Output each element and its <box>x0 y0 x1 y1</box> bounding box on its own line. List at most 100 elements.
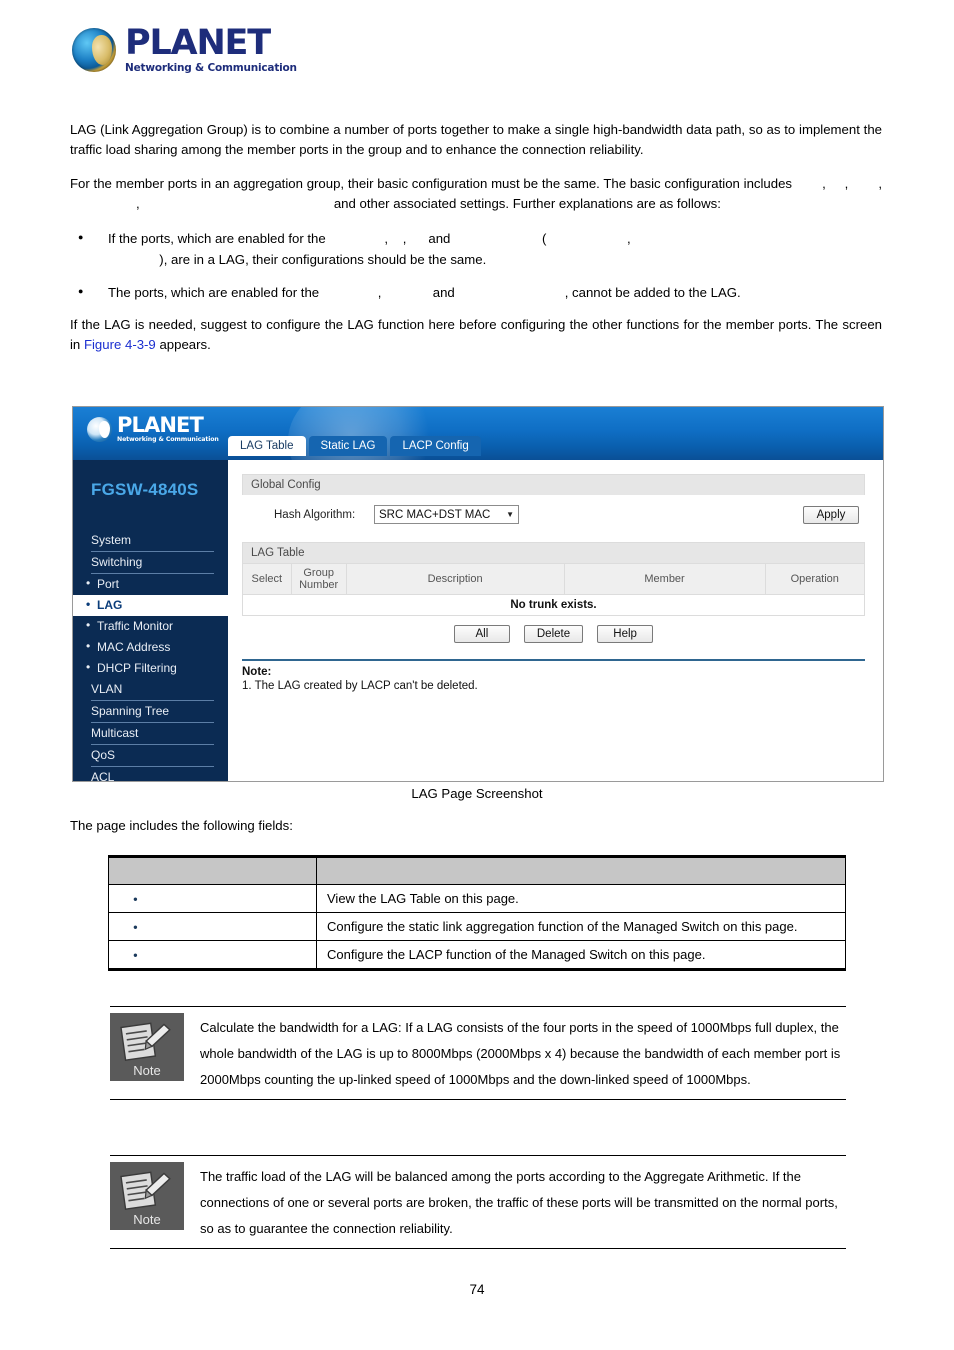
hidden-term-8 <box>410 231 425 246</box>
note-box-1: Note Calculate the bandwidth for a LAG: … <box>110 1006 846 1100</box>
lag-table-header: LAG Table <box>242 542 865 563</box>
fields-row-2-name: ● <box>108 912 317 941</box>
switch-model-name: FGSW-4840S <box>91 480 199 499</box>
para2-sep-2: , <box>844 176 849 191</box>
apply-button[interactable]: Apply <box>803 505 859 524</box>
para2-sep-1: , <box>822 176 826 191</box>
hidden-term-1 <box>796 176 822 191</box>
fields-row-3-name: ● <box>108 940 317 971</box>
sidebar-item-port[interactable]: Port <box>73 574 228 595</box>
note-icon-word: Note <box>133 1212 161 1227</box>
hidden-term-4 <box>70 196 136 211</box>
switch-brand-name: PLANET <box>117 413 204 437</box>
column-description: Description <box>345 563 565 595</box>
switch-body: FGSW-4840S System Switching Port LAG Tra… <box>73 436 883 781</box>
note-box-2-text: The traffic load of the LAG will be bala… <box>200 1169 838 1236</box>
figure-reference-link[interactable]: Figure 4-3-9 <box>84 337 156 352</box>
sidebar-item-spanning-tree[interactable]: Spanning Tree <box>91 701 214 723</box>
note-pencil-paper-icon <box>119 1019 175 1066</box>
column-operation: Operation <box>764 563 866 595</box>
sidebar-item-switching[interactable]: Switching <box>91 552 214 574</box>
apply-button-wrap: Apply <box>803 505 859 524</box>
bullet2-sep-2: , <box>564 285 569 300</box>
global-config-body: Hash Algorithm: SRC MAC+DST MAC ▼ Apply <box>242 495 865 538</box>
column-select: Select <box>242 563 292 595</box>
sidebar-item-traffic-monitor[interactable]: Traffic Monitor <box>73 616 228 637</box>
bullet-item-2: The ports, which are enabled for the , a… <box>70 281 882 303</box>
lag-table-buttons: All Delete Help <box>242 625 865 643</box>
intro-paragraph-1: LAG (Link Aggregation Group) is to combi… <box>70 122 882 157</box>
fields-row-3-desc: Configure the LACP function of the Manag… <box>316 940 846 971</box>
note-box-1-inner: Note Calculate the bandwidth for a LAG: … <box>110 1007 846 1099</box>
tab-lag-table[interactable]: LAG Table <box>228 436 306 456</box>
fields-header-description <box>316 855 846 885</box>
hidden-term-7 <box>392 231 403 246</box>
switch-globe-icon <box>87 416 112 442</box>
column-group-line1: Group <box>303 567 334 579</box>
note-pencil-paper-icon <box>119 1168 175 1215</box>
hidden-term-3 <box>852 176 878 191</box>
sidebar-item-lag[interactable]: LAG <box>73 595 228 616</box>
note-box-1-text: Calculate the bandwidth for a LAG: If a … <box>200 1020 841 1087</box>
sidebar-item-dhcp-filtering[interactable]: DHCP Filtering <box>73 658 228 679</box>
fields-lead-in: The page includes the following fields: <box>70 818 293 833</box>
note-box-2-inner: Note The traffic load of the LAG will be… <box>110 1156 846 1248</box>
lag-table-header-row: Select Group Number Description Member O… <box>242 563 866 595</box>
figure-caption: LAG Page Screenshot <box>411 786 543 801</box>
column-member: Member <box>563 563 766 595</box>
help-button[interactable]: Help <box>597 625 654 643</box>
page-number: 74 <box>469 1282 485 1297</box>
switch-note-line-1: 1. The LAG created by LACP can't be dele… <box>242 680 478 692</box>
note-box-2-bottom-rule <box>110 1248 846 1249</box>
hidden-term-5 <box>143 196 330 211</box>
note-icon: Note <box>110 1013 184 1081</box>
hidden-term-10 <box>546 231 627 246</box>
switch-content: LAG Table Static LAG LACP Config Global … <box>228 436 883 781</box>
all-button[interactable]: All <box>453 625 510 643</box>
bullet1-paren-close: ), <box>159 252 168 267</box>
bullet2-text-a: The ports, which are enabled for the <box>108 285 320 300</box>
intro-paragraph-3: If the LAG is needed, suggest to configu… <box>70 315 882 355</box>
bullet-icon: ● <box>133 950 138 959</box>
fields-header-object <box>108 855 317 885</box>
switch-logo-text: PLANET Networking & Communication <box>117 415 219 443</box>
delete-button[interactable]: Delete <box>523 625 584 643</box>
planet-logo: PLANET Networking & Communication <box>72 26 297 74</box>
sidebar-item-mac-address[interactable]: MAC Address <box>73 637 228 658</box>
hidden-term-11 <box>108 252 159 267</box>
sidebar-item-system[interactable]: System <box>91 530 214 552</box>
sidebar-item-acl[interactable]: ACL <box>91 767 214 781</box>
bullet2-and: and <box>432 285 455 300</box>
switch-sidebar: FGSW-4840S System Switching Port LAG Tra… <box>73 460 228 781</box>
hash-algorithm-select[interactable]: SRC MAC+DST MAC ▼ <box>374 505 519 524</box>
document-body: LAG (Link Aggregation Group) is to combi… <box>70 120 882 369</box>
tab-lacp-config[interactable]: LACP Config <box>390 436 481 456</box>
note-divider <box>242 659 865 661</box>
tab-static-lag[interactable]: Static LAG <box>308 436 388 456</box>
bullet1-text-a: If the ports, which are enabled for the <box>108 231 326 246</box>
chevron-down-icon: ▼ <box>506 510 514 519</box>
table-row: No trunk exists. <box>242 594 865 616</box>
switch-menu: System Switching Port LAG Traffic Monito… <box>73 530 228 781</box>
intro-paragraph-2: For the member ports in an aggregation g… <box>70 174 882 214</box>
hash-algorithm-label: Hash Algorithm: <box>274 508 356 521</box>
hidden-term-6 <box>329 231 384 246</box>
fields-row-1-name: ● <box>108 884 317 913</box>
planet-globe-icon <box>72 27 116 72</box>
sidebar-item-vlan[interactable]: VLAN <box>91 679 214 701</box>
lag-table-body: No trunk exists. <box>242 594 865 616</box>
fields-table-header-row <box>108 855 846 885</box>
bullet-item-1: If the ports, which are enabled for the … <box>70 227 882 270</box>
global-config-header: Global Config <box>242 474 865 495</box>
bullet1-and: and <box>428 231 451 246</box>
hidden-term-2 <box>830 176 845 191</box>
tab-bar: LAG Table Static LAG LACP Config <box>228 436 481 456</box>
bullet-icon: ● <box>133 894 138 903</box>
switch-brand-tagline: Networking & Communication <box>117 436 219 443</box>
hash-algorithm-value: SRC MAC+DST MAC <box>379 508 491 521</box>
note-box-1-bottom-rule <box>110 1099 846 1100</box>
table-row: ● Configure the static link aggregation … <box>108 912 846 941</box>
fields-row-2-desc: Configure the static link aggregation fu… <box>316 912 846 941</box>
sidebar-item-multicast[interactable]: Multicast <box>91 723 214 745</box>
sidebar-item-qos[interactable]: QoS <box>91 745 214 767</box>
